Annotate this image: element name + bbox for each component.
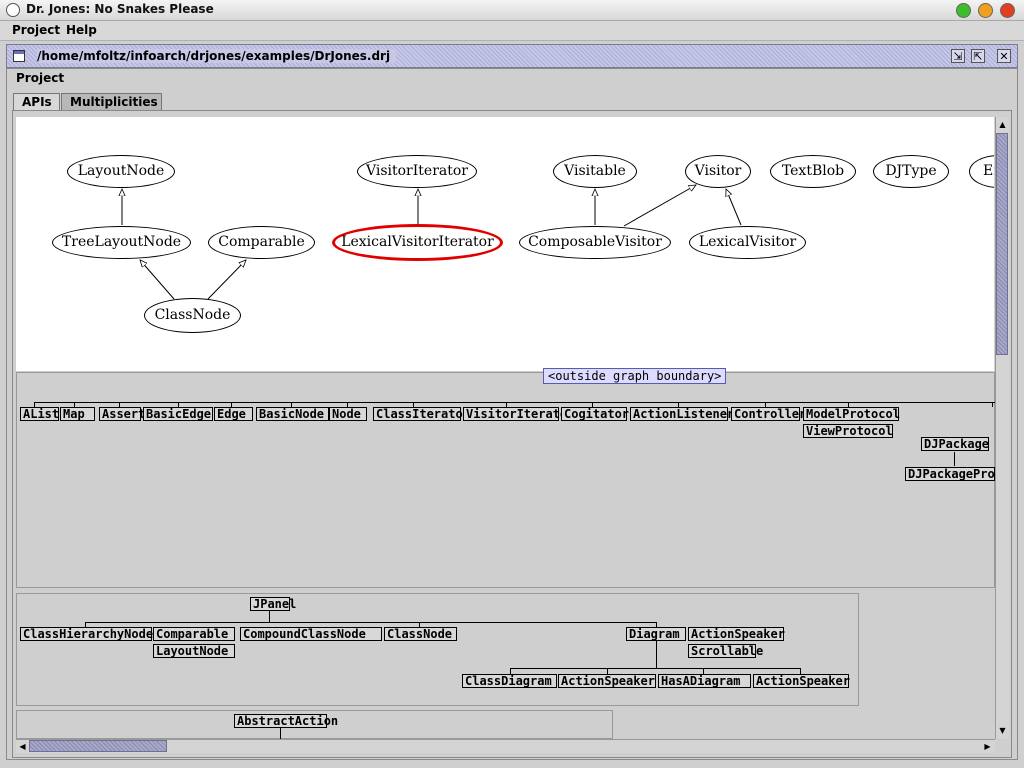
graph-node[interactable]: ClassNode — [144, 298, 241, 333]
class-box[interactable]: HasADiagram — [658, 674, 751, 688]
close-icon[interactable] — [1000, 3, 1015, 18]
graph-node[interactable]: ComposableVisitor — [519, 226, 671, 259]
class-box[interactable]: ClassHierarchyNode — [20, 627, 153, 641]
edge-composablevisitor-visitor — [623, 185, 696, 227]
scroll-left-icon[interactable]: ◀ — [16, 740, 29, 753]
graph-node[interactable]: LexicalVisitor — [689, 226, 806, 259]
scroll-up-icon[interactable]: ▲ — [996, 118, 1009, 131]
class-box[interactable]: Comparable — [153, 627, 235, 641]
tab-multiplicities[interactable]: Multiplicities — [61, 93, 162, 110]
graph-node[interactable]: Visitor — [685, 155, 751, 188]
class-box[interactable]: DJPackageProx — [905, 467, 995, 481]
vertical-scroll-thumb[interactable] — [996, 133, 1008, 355]
class-box[interactable]: ClassIterator — [373, 407, 470, 421]
class-box[interactable]: BasicNode — [256, 407, 329, 421]
tab-apis[interactable]: APIs — [13, 93, 60, 110]
graph-node[interactable]: LayoutNode — [67, 155, 175, 188]
class-box[interactable]: ModelProtocol — [803, 407, 900, 421]
class-box[interactable]: ClassNode — [384, 627, 457, 641]
iconify-icon[interactable]: ⇲ — [951, 49, 965, 63]
edge-classnode-comparable — [207, 260, 246, 300]
class-box[interactable]: ActionSpeaker — [688, 627, 785, 641]
edge-classnode-treelayoutnode — [140, 260, 175, 300]
class-box[interactable]: ActionSpeaker — [753, 674, 850, 688]
graph-node[interactable]: Comparable — [208, 226, 315, 259]
graph-node[interactable]: TextBlob — [770, 155, 856, 188]
window-title: Dr. Jones: No Snakes Please — [26, 2, 214, 16]
class-box[interactable]: BasicEdge — [143, 407, 213, 421]
frame-close-icon[interactable]: ✕ — [997, 49, 1011, 63]
graph-node[interactable]: TreeLayoutNode — [52, 226, 191, 259]
class-box[interactable]: ActionListener — [630, 407, 734, 421]
class-box[interactable]: AList — [20, 407, 59, 421]
class-box-root[interactable]: AbstractAction — [234, 714, 338, 728]
document-icon — [13, 50, 25, 62]
class-box[interactable]: Node — [329, 407, 367, 421]
class-box[interactable]: Map — [60, 407, 95, 421]
class-box[interactable]: CompoundClassNode — [240, 627, 382, 641]
class-box[interactable]: Cogitator — [561, 407, 629, 421]
frame-menu-project[interactable]: Project — [16, 71, 64, 85]
app-icon — [6, 3, 20, 17]
horizontal-scroll-thumb[interactable] — [29, 740, 167, 752]
class-box[interactable]: ActionSpeaker — [558, 674, 656, 688]
class-box[interactable]: Scrollable — [688, 644, 763, 658]
class-box[interactable]: Assert — [99, 407, 145, 421]
outside-graph-boundary-label: <outside graph boundary> — [543, 368, 727, 384]
class-box[interactable]: LayoutNode — [153, 644, 235, 658]
class-box[interactable]: Controller — [731, 407, 806, 421]
maximize-icon[interactable] — [956, 3, 971, 18]
class-box[interactable]: VisitorIterator — [463, 407, 574, 421]
menu-help[interactable]: Help — [66, 23, 97, 37]
document-path: /home/mfoltz/infoarch/drjones/examples/D… — [37, 49, 397, 63]
restore-icon[interactable]: ⇱ — [971, 49, 985, 63]
class-box[interactable]: DJPackage — [921, 437, 989, 451]
scroll-right-icon[interactable]: ▶ — [981, 740, 994, 753]
scroll-down-icon[interactable]: ▼ — [996, 724, 1009, 737]
menu-project[interactable]: Project — [12, 23, 60, 37]
minimize-icon[interactable] — [978, 3, 993, 18]
graph-node[interactable]: DJType — [873, 155, 949, 188]
graph-canvas[interactable]: LayoutNode TreeLayoutNode Comparable Cla… — [16, 117, 994, 371]
class-box[interactable]: ClassDiagram — [462, 674, 557, 688]
class-box-root[interactable]: JPanel — [250, 597, 296, 611]
graph-node[interactable]: VisitorIterator — [357, 155, 477, 188]
class-box[interactable]: ViewProtocol — [803, 424, 893, 438]
edge-lexicalvisitor-visitor — [726, 189, 742, 226]
menu-bar: Project Help — [0, 21, 1024, 41]
window-title-bar[interactable]: Dr. Jones: No Snakes Please — [0, 0, 1024, 21]
class-box[interactable]: Diagram — [626, 627, 686, 641]
graph-node[interactable]: Visitable — [553, 155, 637, 188]
document-title-bar[interactable]: /home/mfoltz/infoarch/drjones/examples/D… — [6, 44, 1018, 68]
graph-node-selected[interactable]: LexicalVisitorIterator — [332, 224, 503, 261]
class-box[interactable]: Edge — [214, 407, 253, 421]
